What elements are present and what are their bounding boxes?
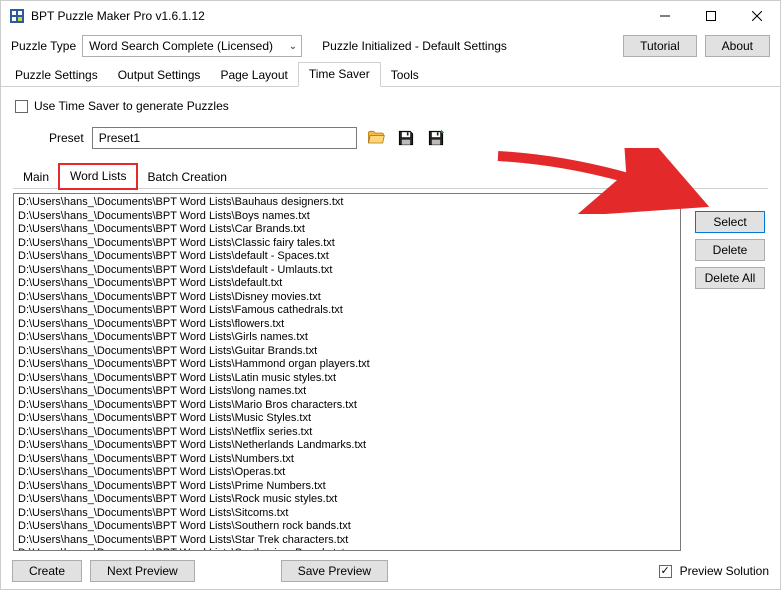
use-time-saver-label: Use Time Saver to generate Puzzles [34,99,229,113]
delete-all-button[interactable]: Delete All [695,267,765,289]
preset-label: Preset [49,131,84,145]
list-item[interactable]: D:\Users\hans_\Documents\BPT Word Lists\… [18,210,676,224]
list-item[interactable]: D:\Users\hans_\Documents\BPT Word Lists\… [18,385,676,399]
tab-time-saver[interactable]: Time Saver [298,62,381,87]
list-item[interactable]: D:\Users\hans_\Documents\BPT Word Lists\… [18,547,676,551]
open-folder-button[interactable] [365,127,387,149]
tab-output-settings[interactable]: Output Settings [108,64,211,87]
footer: Create Next Preview Save Preview Preview… [12,560,769,582]
subtab-batch-creation[interactable]: Batch Creation [137,166,236,189]
window-title: BPT Puzzle Maker Pro v1.6.1.12 [31,9,205,23]
list-item[interactable]: D:\Users\hans_\Documents\BPT Word Lists\… [18,196,676,210]
word-list-listbox[interactable]: D:\Users\hans_\Documents\BPT Word Lists\… [13,193,681,551]
list-item[interactable]: D:\Users\hans_\Documents\BPT Word Lists\… [18,520,676,534]
list-item[interactable]: D:\Users\hans_\Documents\BPT Word Lists\… [18,264,676,278]
next-preview-button[interactable]: Next Preview [90,560,195,582]
list-item[interactable]: D:\Users\hans_\Documents\BPT Word Lists\… [18,277,676,291]
use-time-saver-checkbox[interactable] [15,100,28,113]
save-preview-button[interactable]: Save Preview [281,560,388,582]
tab-puzzle-settings[interactable]: Puzzle Settings [5,64,108,87]
app-icon [9,8,25,24]
subtab-word-lists[interactable]: Word Lists [59,164,137,189]
list-item[interactable]: D:\Users\hans_\Documents\BPT Word Lists\… [18,372,676,386]
list-item[interactable]: D:\Users\hans_\Documents\BPT Word Lists\… [18,345,676,359]
list-item[interactable]: D:\Users\hans_\Documents\BPT Word Lists\… [18,237,676,251]
sub-tabs: MainWord ListsBatch Creation [13,163,768,189]
save-as-button[interactable] [425,127,447,149]
main-tabs: Puzzle SettingsOutput SettingsPage Layou… [1,61,780,87]
about-button[interactable]: About [705,35,770,57]
minimize-button[interactable] [642,1,688,31]
tab-page-layout[interactable]: Page Layout [210,64,297,87]
list-item[interactable]: D:\Users\hans_\Documents\BPT Word Lists\… [18,453,676,467]
save-button[interactable] [395,127,417,149]
list-item[interactable]: D:\Users\hans_\Documents\BPT Word Lists\… [18,304,676,318]
tutorial-button[interactable]: Tutorial [623,35,697,57]
preset-input[interactable] [92,127,357,149]
top-toolbar: Puzzle Type Word Search Complete (Licens… [1,31,780,61]
list-item[interactable]: D:\Users\hans_\Documents\BPT Word Lists\… [18,223,676,237]
window-controls [642,1,780,31]
list-item[interactable]: D:\Users\hans_\Documents\BPT Word Lists\… [18,291,676,305]
puzzle-type-combo[interactable]: Word Search Complete (Licensed) ⌄ [82,35,302,57]
status-text: Puzzle Initialized - Default Settings [322,39,507,53]
list-item[interactable]: D:\Users\hans_\Documents\BPT Word Lists\… [18,439,676,453]
chevron-down-icon: ⌄ [289,41,297,52]
select-button[interactable]: Select [695,211,765,233]
list-item[interactable]: D:\Users\hans_\Documents\BPT Word Lists\… [18,493,676,507]
maximize-button[interactable] [688,1,734,31]
list-item[interactable]: D:\Users\hans_\Documents\BPT Word Lists\… [18,318,676,332]
create-button[interactable]: Create [12,560,82,582]
close-button[interactable] [734,1,780,31]
list-item[interactable]: D:\Users\hans_\Documents\BPT Word Lists\… [18,480,676,494]
list-item[interactable]: D:\Users\hans_\Documents\BPT Word Lists\… [18,358,676,372]
list-item[interactable]: D:\Users\hans_\Documents\BPT Word Lists\… [18,426,676,440]
list-item[interactable]: D:\Users\hans_\Documents\BPT Word Lists\… [18,534,676,548]
puzzle-type-value: Word Search Complete (Licensed) [89,39,273,53]
list-item[interactable]: D:\Users\hans_\Documents\BPT Word Lists\… [18,399,676,413]
list-item[interactable]: D:\Users\hans_\Documents\BPT Word Lists\… [18,250,676,264]
puzzle-type-label: Puzzle Type [11,39,76,53]
preview-solution-checkbox[interactable] [659,565,672,578]
title-bar: BPT Puzzle Maker Pro v1.6.1.12 [1,1,780,31]
preview-solution-label: Preview Solution [680,564,769,578]
list-item[interactable]: D:\Users\hans_\Documents\BPT Word Lists\… [18,412,676,426]
list-item[interactable]: D:\Users\hans_\Documents\BPT Word Lists\… [18,466,676,480]
delete-button[interactable]: Delete [695,239,765,261]
list-item[interactable]: D:\Users\hans_\Documents\BPT Word Lists\… [18,331,676,345]
list-item[interactable]: D:\Users\hans_\Documents\BPT Word Lists\… [18,507,676,521]
tab-tools[interactable]: Tools [381,64,429,87]
subtab-main[interactable]: Main [13,166,59,189]
